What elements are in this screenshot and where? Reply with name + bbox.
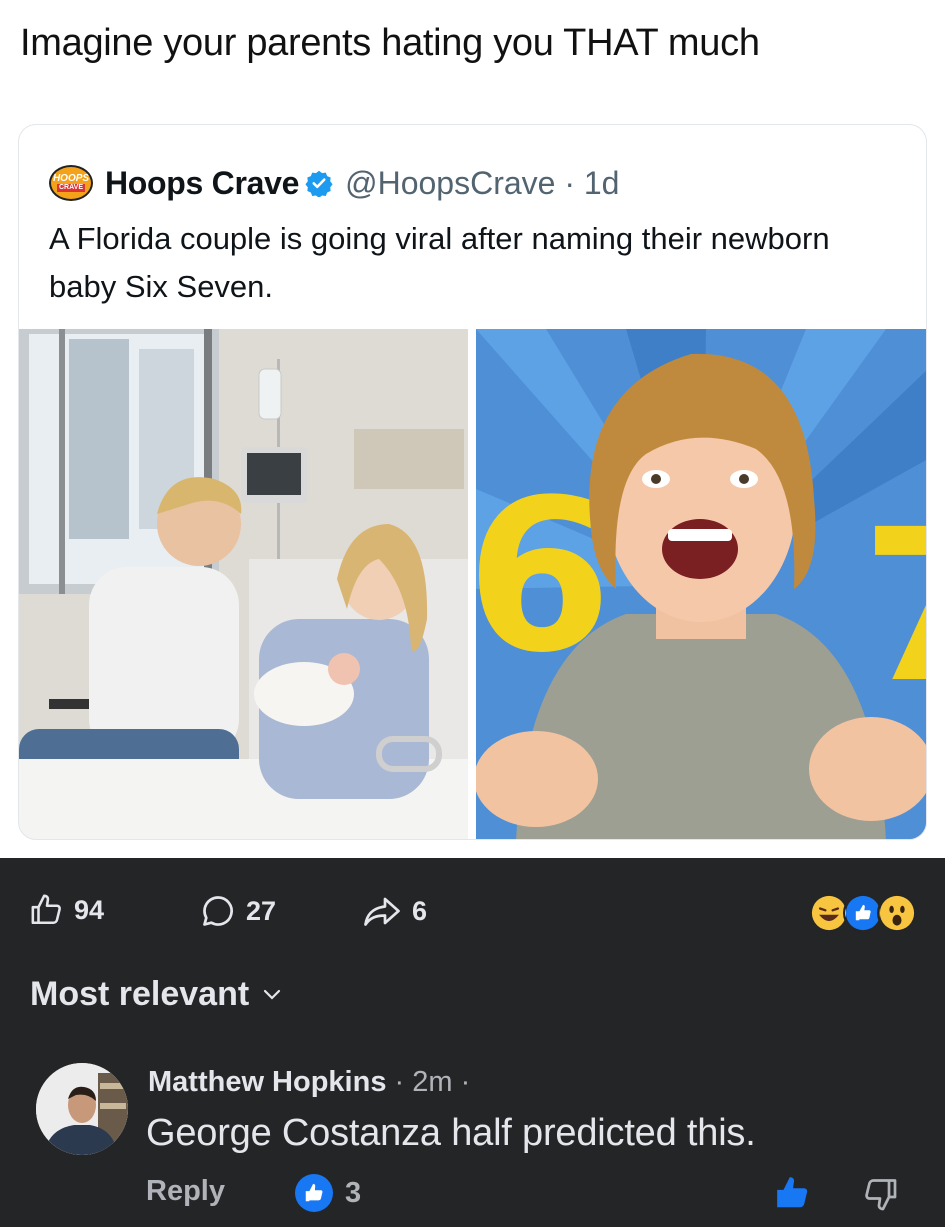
chevron-down-icon xyxy=(264,989,281,1000)
hoops-crave-logo[interactable]: HOOPS CRAVE xyxy=(49,165,93,201)
wow-reaction-icon xyxy=(877,893,917,933)
facebook-post-footer xyxy=(0,858,945,1227)
comment-sort-dropdown[interactable]: Most relevant xyxy=(30,975,281,1014)
tweet-handle-time: @HoopsCrave · 1d xyxy=(345,164,620,201)
comment-count[interactable]: 27 xyxy=(200,893,276,929)
comment-dislike-button-icon[interactable] xyxy=(862,1176,898,1212)
commenter-avatar[interactable] xyxy=(36,1063,128,1155)
share-arrow-icon xyxy=(364,897,400,926)
comment-text: George Costanza half predicted this. xyxy=(146,1112,756,1154)
comment-author-line: Matthew Hopkins · 2m · xyxy=(148,1066,470,1099)
comment-like-reaction-icon xyxy=(295,1174,333,1212)
share-count[interactable]: 6 xyxy=(362,893,427,929)
comment-time: · 2m · xyxy=(386,1066,471,1098)
comment-author[interactable]: Matthew Hopkins xyxy=(148,1066,386,1098)
comment-count-value: 27 xyxy=(246,895,277,926)
like-count-value: 94 xyxy=(74,894,105,925)
quoted-tweet-card[interactable]: HOOPS CRAVE Hoops Crave @HoopsCrave · 1d… xyxy=(18,124,927,840)
reaction-summary[interactable] xyxy=(809,893,917,933)
tweet-header: HOOPS CRAVE Hoops Crave @HoopsCrave · 1d xyxy=(49,163,619,203)
tweet-text: A Florida couple is going viral after na… xyxy=(49,221,830,304)
logo-text-bottom: CRAVE xyxy=(57,184,85,192)
sort-label: Most relevant xyxy=(30,975,250,1013)
post-caption: Imagine your parents hating you THAT muc… xyxy=(20,22,760,64)
numeral-seven: 7 xyxy=(861,484,927,729)
comment-reaction-count[interactable]: 3 xyxy=(295,1174,361,1212)
share-count-value: 6 xyxy=(412,895,428,926)
thumbs-up-outline-icon xyxy=(31,894,61,925)
tweet-image-six-seven-kid[interactable]: 6 7 xyxy=(476,329,927,839)
reply-button[interactable]: Reply xyxy=(146,1175,225,1208)
comment-bubble-icon xyxy=(203,896,233,926)
tweet-display-name[interactable]: Hoops Crave xyxy=(105,165,299,202)
logo-text-top: HOOPS xyxy=(52,173,90,184)
comment-like-count: 3 xyxy=(345,1176,362,1209)
tweet-image-hospital-couple[interactable] xyxy=(19,329,468,839)
comment-like-button-icon[interactable] xyxy=(773,1174,813,1212)
like-count[interactable]: 94 xyxy=(30,893,104,927)
verified-badge-icon xyxy=(305,170,333,197)
